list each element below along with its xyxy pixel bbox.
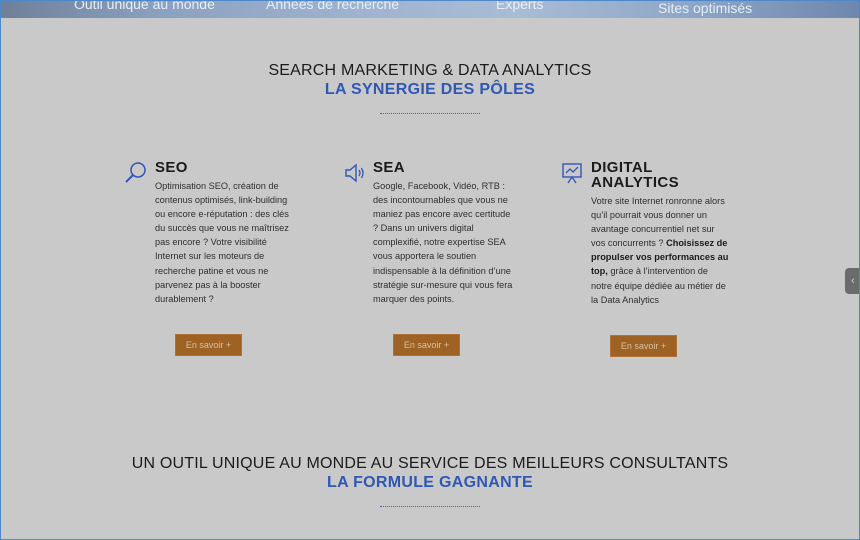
service-digital-analytics: DIGITAL ANALYTICS Votre site Internet ro…	[560, 160, 745, 307]
chevron-left-icon: ‹	[851, 275, 855, 287]
service-description: Votre site Internet ronronne alors qu’il…	[591, 194, 731, 307]
stats-banner: Outil unique au monde Années de recherch…	[0, 0, 860, 18]
service-title: DIGITAL ANALYTICS	[560, 160, 745, 190]
service-sea: SEA Google, Facebook, Vidéo, RTB : des i…	[342, 160, 527, 306]
section-subtitle: LA SYNERGIE DES PÔLES	[324, 81, 536, 98]
stat-label: Sites optimisés	[658, 0, 753, 16]
section-title: SEARCH MARKETING & DATA ANALYTICS	[268, 62, 592, 79]
stat-label: Experts	[496, 0, 544, 12]
description-text: grâce à l’intervention de notre équipe d…	[591, 266, 726, 305]
stat-label: Outil unique au monde	[74, 0, 215, 12]
section-heading-formula: UN OUTIL UNIQUE AU MONDE AU SERVICE DES …	[0, 455, 860, 507]
service-description: Optimisation SEO, création de contenus o…	[155, 181, 289, 304]
service-seo: SEO Optimisation SEO, création de conten…	[124, 160, 309, 306]
search-icon	[125, 162, 146, 183]
sea-learn-more-button[interactable]: En savoir +	[393, 334, 460, 356]
chart-board-icon	[562, 163, 582, 184]
service-title: SEO	[155, 159, 188, 176]
section-subtitle: LA FORMULE GAGNANTE	[327, 474, 533, 491]
dotted-divider	[380, 113, 480, 114]
section-heading-poles: SEARCH MARKETING & DATA ANALYTICS LA SYN…	[0, 62, 860, 114]
analytics-learn-more-button[interactable]: En savoir +	[610, 335, 677, 357]
seo-learn-more-button[interactable]: En savoir +	[175, 334, 242, 356]
service-title: SEA	[373, 159, 406, 176]
page: Outil unique au monde Années de recherch…	[0, 0, 860, 540]
section-title: UN OUTIL UNIQUE AU MONDE AU SERVICE DES …	[131, 455, 729, 472]
service-description: Google, Facebook, Vidéo, RTB : des incon…	[373, 181, 513, 304]
dotted-divider	[380, 506, 480, 507]
side-panel-toggle[interactable]: ‹	[845, 268, 860, 294]
speaker-icon	[345, 163, 364, 183]
service-title-line2: ANALYTICS	[591, 174, 680, 191]
stat-label: Années de recherche	[266, 0, 400, 12]
